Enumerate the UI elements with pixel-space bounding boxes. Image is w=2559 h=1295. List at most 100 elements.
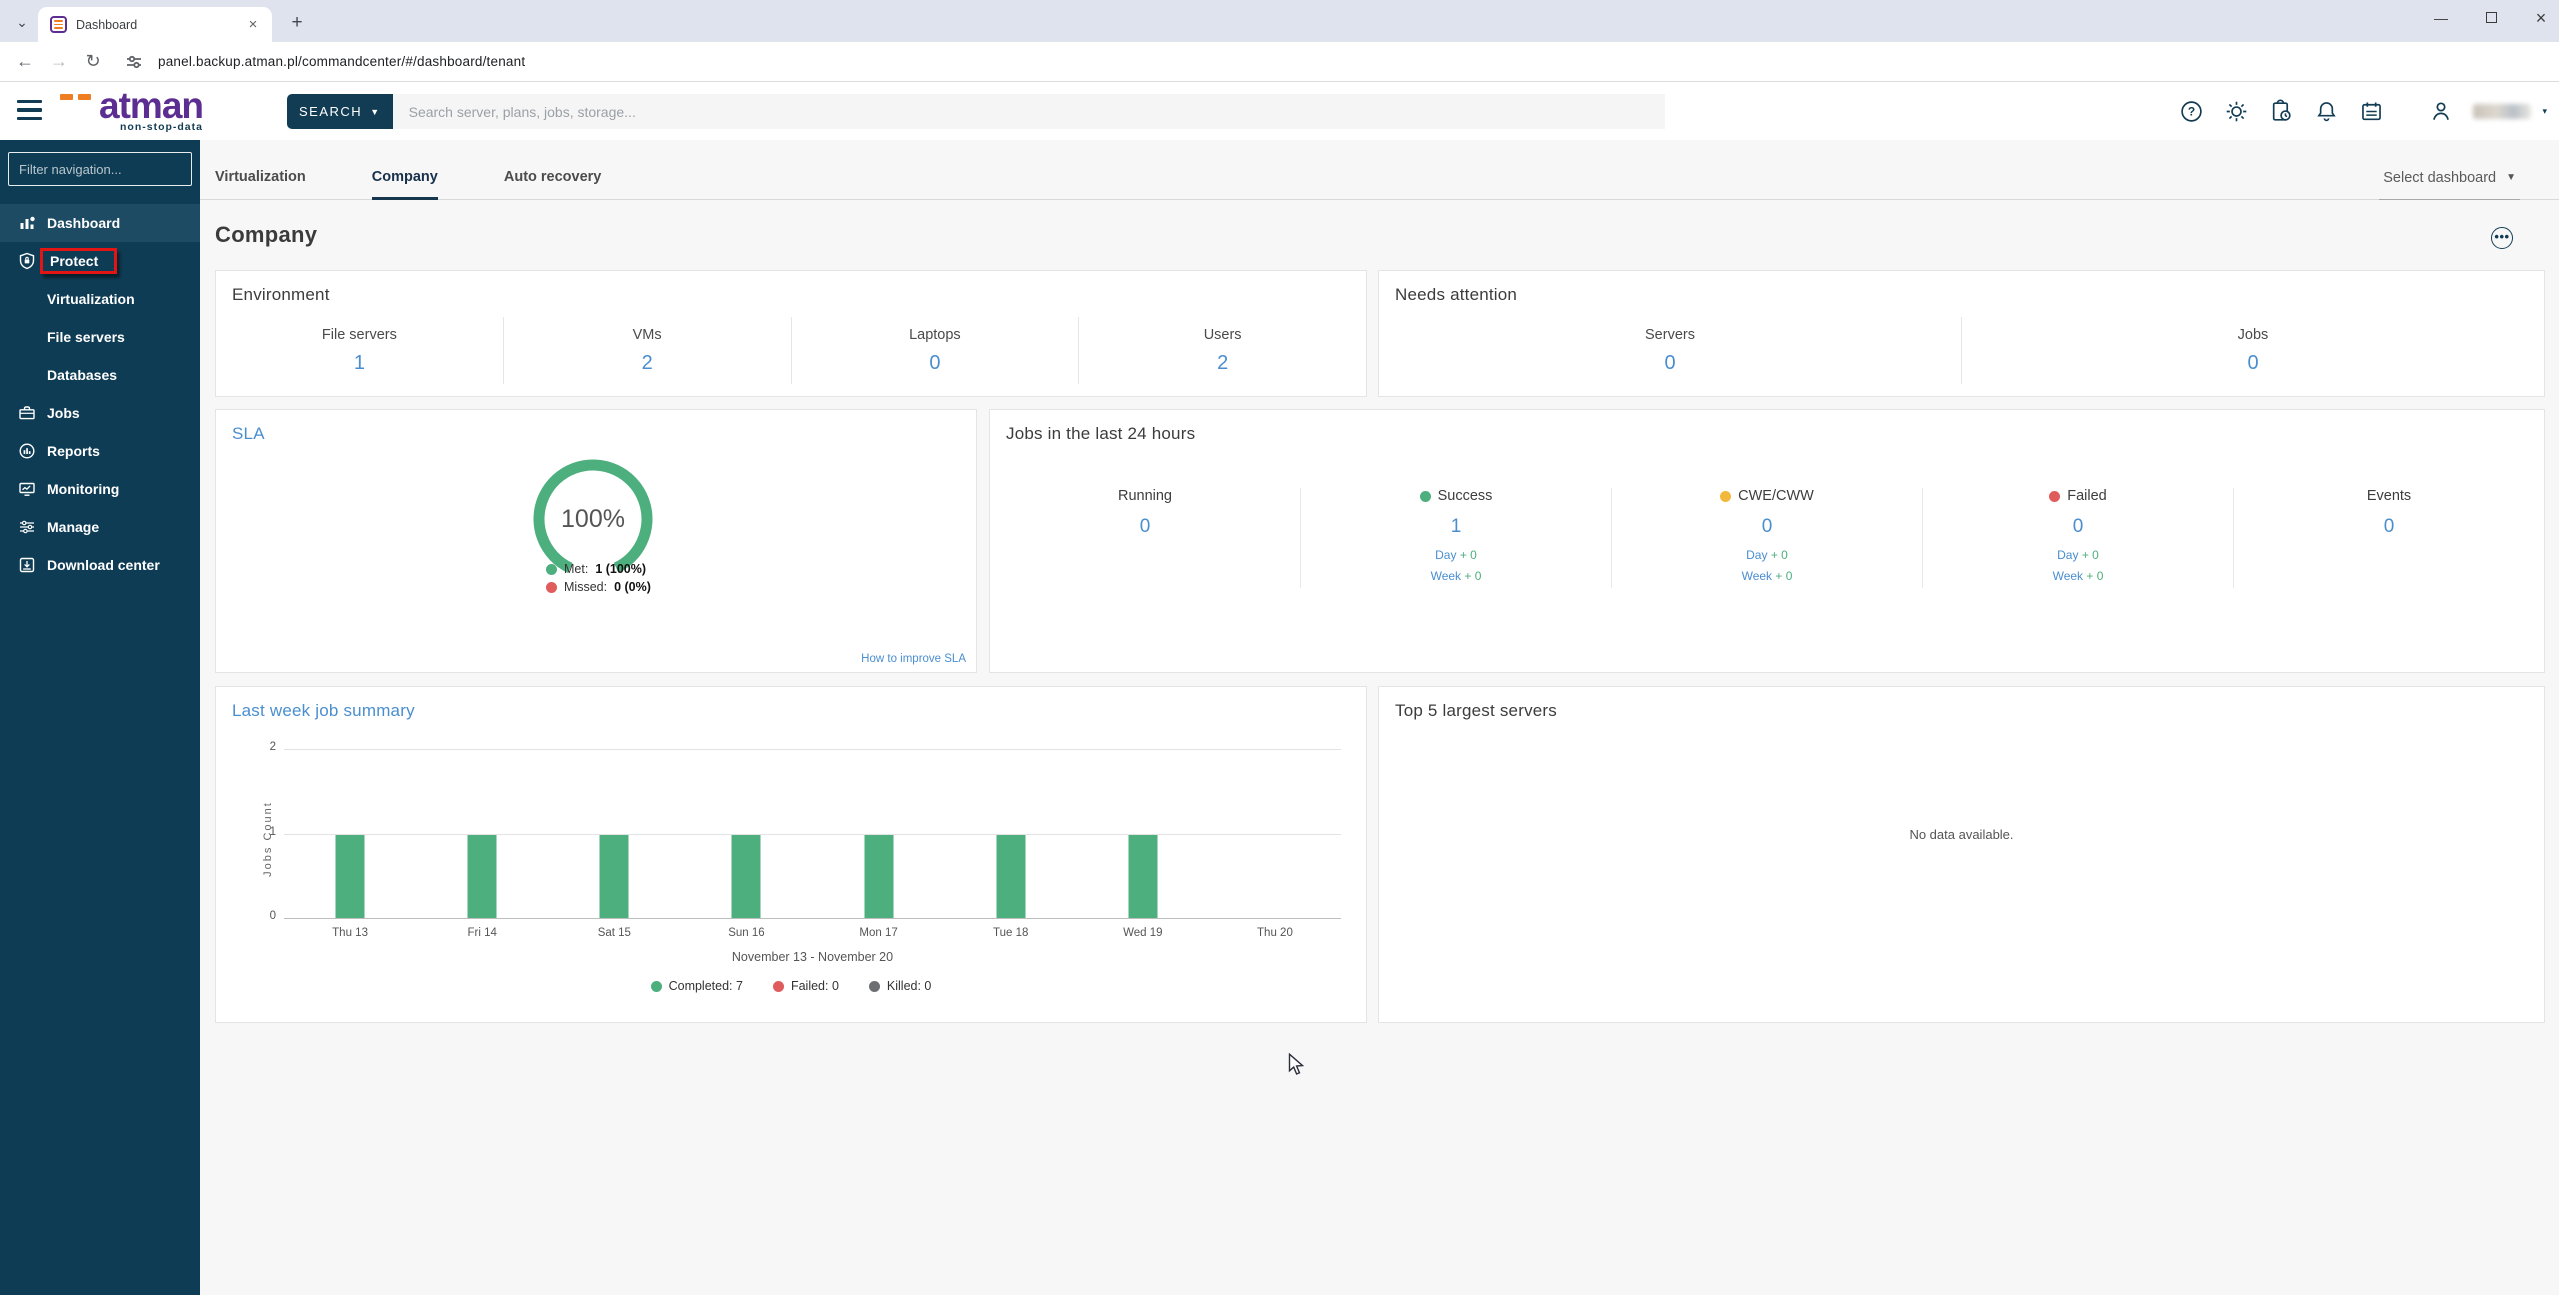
jobs24-value-link[interactable]: 1 <box>1451 516 1462 538</box>
chevron-down-icon: ▼ <box>370 107 380 117</box>
mouse-cursor <box>1288 1053 1310 1077</box>
sidebar-item-monitoring[interactable]: Monitoring <box>0 470 200 508</box>
jobs24-col-header: Events <box>2367 488 2411 504</box>
tab-close-icon[interactable]: × <box>244 16 262 34</box>
legend-failed: Failed: 0 <box>791 979 839 993</box>
bar-chart-plot <box>284 749 1341 918</box>
stat-file-servers: File servers 1 <box>216 317 503 384</box>
stat-value-link[interactable]: 2 <box>1217 352 1228 375</box>
failed-dot-icon <box>773 981 784 992</box>
jobs24-value-link[interactable]: 0 <box>2384 516 2395 538</box>
how-to-improve-sla-link[interactable]: How to improve SLA <box>861 653 966 665</box>
stat-vms: VMs 2 <box>503 317 791 384</box>
minimize-button[interactable]: — <box>2431 10 2451 26</box>
stat-value-link[interactable]: 2 <box>642 352 653 375</box>
page-more-menu-button[interactable]: ••• <box>2491 227 2513 249</box>
stat-users: Users2 <box>1078 317 1366 384</box>
stat-label: VMs <box>633 327 662 343</box>
sidebar-item-label: Monitoring <box>47 481 119 497</box>
jobs24-col-events: Events 0 <box>2233 488 2544 588</box>
logo-brand: atman <box>58 87 203 125</box>
last-week-title-link[interactable]: Last week job summary <box>232 701 415 721</box>
address-bar[interactable]: panel.backup.atman.pl/commandcenter/#/da… <box>124 52 525 72</box>
sidebar-item-dashboard[interactable]: Dashboard <box>0 204 200 242</box>
tab-search-button[interactable]: ⌄ <box>8 8 36 36</box>
tab-virtualization[interactable]: Virtualization <box>215 158 306 200</box>
theme-sun-icon[interactable] <box>2223 98 2249 124</box>
calendar-icon[interactable] <box>2358 98 2384 124</box>
forward-button[interactable]: → <box>42 51 76 72</box>
sidebar-item-jobs[interactable]: Jobs <box>0 394 200 432</box>
jobs24-value-link[interactable]: 0 <box>1762 516 1773 538</box>
monitoring-icon <box>18 480 36 498</box>
chart-bar-thu-13 <box>336 834 365 919</box>
stat-label: File servers <box>322 327 397 343</box>
dashboard-tabbar: Virtualization Company Auto recovery Sel… <box>200 158 2559 200</box>
maximize-button[interactable] <box>2481 10 2501 26</box>
new-tab-button[interactable]: + <box>284 10 310 36</box>
download-icon <box>18 556 36 574</box>
top5-servers-card: Top 5 largest servers No data available. <box>1378 686 2545 1023</box>
sidebar-item-download-center[interactable]: Download center <box>0 546 200 584</box>
sidebar-item-file-servers[interactable]: File servers <box>0 318 200 356</box>
jobs24-value-link[interactable]: 0 <box>1140 516 1151 538</box>
legend-killed: Killed: 0 <box>887 979 931 993</box>
jobs24-week-link[interactable]: Week + 0 <box>1742 569 1793 583</box>
sla-title-link[interactable]: SLA <box>232 424 265 444</box>
tab-company[interactable]: Company <box>372 158 438 200</box>
y-tick-label: 0 <box>254 910 276 922</box>
logo-tagline: non-stop-data <box>58 121 203 133</box>
sidebar-item-databases[interactable]: Databases <box>0 356 200 394</box>
search-input[interactable] <box>393 94 1665 129</box>
search-scope-button[interactable]: SEARCH▼ <box>287 94 393 129</box>
stat-value-link[interactable]: 0 <box>2247 352 2258 375</box>
notifications-bell-icon[interactable] <box>2313 98 2339 124</box>
jobs24-day-link[interactable]: Day + 0 <box>1435 548 1477 562</box>
site-settings-icon[interactable] <box>124 52 144 72</box>
reload-button[interactable]: ↻ <box>76 51 110 72</box>
stat-laptops: Laptops0 <box>791 317 1079 384</box>
help-icon[interactable]: ? <box>2178 98 2204 124</box>
url-text[interactable]: panel.backup.atman.pl/commandcenter/#/da… <box>158 54 525 69</box>
stat-label: Jobs <box>2238 327 2269 343</box>
stat-value-link[interactable]: 0 <box>929 352 940 375</box>
sidebar-item-reports[interactable]: Reports <box>0 432 200 470</box>
stat-value-link[interactable]: 0 <box>1664 352 1675 375</box>
legend-completed: Completed: 7 <box>669 979 743 993</box>
username-redacted[interactable] <box>2473 104 2531 119</box>
x-tick-label: Wed 19 <box>1077 927 1209 939</box>
jobs24-day-link[interactable]: Day + 0 <box>1746 548 1788 562</box>
user-menu-caret-icon[interactable]: ▾ <box>2542 106 2547 117</box>
stat-value-link[interactable]: 1 <box>354 352 365 375</box>
screen: ⌄ Dashboard × + — × ← → ↻ panel.backup.a… <box>0 0 2559 1295</box>
tab-auto-recovery[interactable]: Auto recovery <box>504 158 602 200</box>
user-icon[interactable] <box>2428 98 2454 124</box>
jobs24-col-label: Success <box>1438 488 1493 504</box>
jobs24-value-link[interactable]: 0 <box>2073 516 2084 538</box>
top5-title: Top 5 largest servers <box>1395 701 1557 721</box>
jobs24-week-link[interactable]: Week + 0 <box>2053 569 2104 583</box>
jobs24-col-label: Events <box>2367 488 2411 504</box>
x-axis-label: November 13 - November 20 <box>284 950 1341 964</box>
jobs24-day-link[interactable]: Day + 0 <box>2057 548 2099 562</box>
filter-navigation-input[interactable] <box>8 152 192 186</box>
browser-tab[interactable]: Dashboard × <box>38 7 272 42</box>
period-label: Day <box>1435 548 1460 562</box>
y-axis-label: Jobs Count <box>262 801 274 877</box>
sidebar-item-virtualization[interactable]: Virtualization <box>0 280 200 318</box>
chart-bar-fri-14 <box>468 834 497 919</box>
select-dashboard-dropdown[interactable]: Select dashboard▼ <box>2379 158 2520 200</box>
jobs24-week-link[interactable]: Week + 0 <box>1431 569 1482 583</box>
sidebar-item-protect[interactable]: Protect <box>0 242 200 280</box>
app-header: atman non-stop-data SEARCH▼ ? <box>0 82 2559 140</box>
sla-legend: Met:1 (100%) Missed:0 (0%) <box>546 562 651 598</box>
jobs24-col-label: Failed <box>2067 488 2107 504</box>
back-button[interactable]: ← <box>8 51 42 72</box>
atman-logo: atman non-stop-data <box>58 87 203 133</box>
close-window-button[interactable]: × <box>2531 8 2551 29</box>
sidebar-item-label: Reports <box>47 443 100 459</box>
sidebar-item-manage[interactable]: Manage <box>0 508 200 546</box>
hamburger-menu-icon[interactable] <box>17 100 42 120</box>
audit-log-icon[interactable] <box>2268 98 2294 124</box>
sla-card: SLA 100% Met:1 (100%) Missed:0 (0%) How … <box>215 409 977 673</box>
